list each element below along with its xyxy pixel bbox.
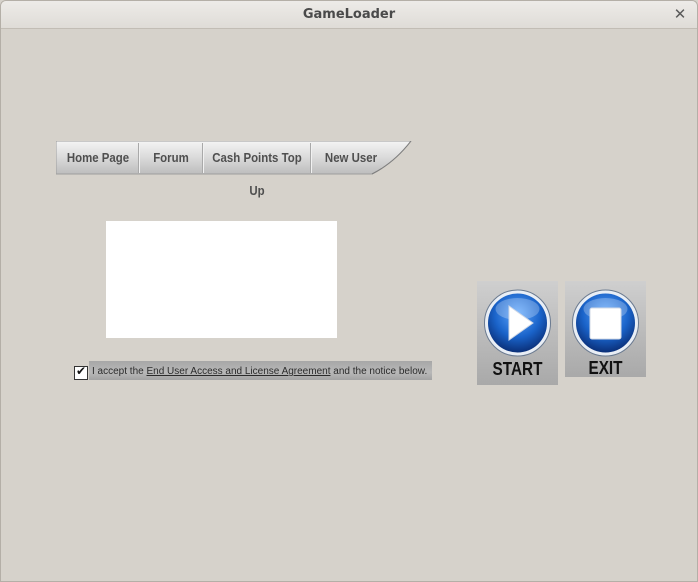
notice-panel xyxy=(106,221,337,338)
title-bar: GameLoader ✕ xyxy=(1,1,697,29)
nav-bar: Home Page Forum Cash Points Top Up New U… xyxy=(56,141,412,198)
stop-icon xyxy=(572,289,639,357)
nav-item-forum[interactable]: Forum xyxy=(144,141,199,174)
nav-separator xyxy=(310,143,312,173)
agreement-prefix: I accept the xyxy=(92,366,147,377)
nav-separator xyxy=(202,143,204,173)
agreement-suffix: and the notice below. xyxy=(330,366,428,377)
exit-label: EXIT xyxy=(588,358,623,378)
gameloader-window: GameLoader ✕ Home Page Forum Cash Points… xyxy=(0,0,698,582)
close-icon[interactable]: ✕ xyxy=(671,5,689,23)
nav-separator xyxy=(138,143,140,173)
checkmark-icon: ✔ xyxy=(76,364,87,378)
agreement-checkbox[interactable]: ✔ xyxy=(74,364,88,380)
nav-item-new-user[interactable]: New User xyxy=(317,141,386,174)
window-title: GameLoader xyxy=(302,7,396,22)
nav-item-cash-points-top-up[interactable]: Cash Points Top Up xyxy=(210,141,303,198)
play-icon xyxy=(484,289,551,357)
eula-link[interactable]: End User Access and License Agreement xyxy=(146,366,330,377)
exit-button[interactable]: EXIT xyxy=(565,281,646,378)
start-label: START xyxy=(492,359,543,379)
agreement-text: I accept the End User Access and License… xyxy=(92,366,427,377)
nav-item-home-page[interactable]: Home Page xyxy=(63,141,133,174)
start-button[interactable]: START xyxy=(477,281,558,385)
